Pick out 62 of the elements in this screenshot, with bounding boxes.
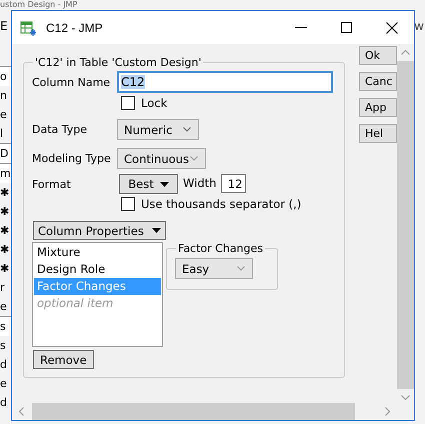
modeling-type-dropdown[interactable]: Continuous — [117, 148, 206, 169]
list-text: e — [0, 107, 8, 123]
menu-item[interactable]: w — [414, 19, 424, 33]
chevron-down-icon — [237, 266, 245, 271]
dialog-title: C12 - JMP — [46, 20, 103, 34]
maximize-icon[interactable] — [341, 22, 352, 33]
column-properties-button[interactable]: Column Properties — [33, 221, 166, 240]
chevron-down-icon — [183, 127, 191, 132]
group-title: 'C12' in Table 'Custom Design' — [34, 56, 202, 69]
column-header: D — [0, 143, 11, 163]
format-button[interactable]: Best — [119, 174, 178, 194]
list-text: ✱ — [0, 261, 10, 277]
spreadsheet-icon — [20, 20, 37, 36]
list-text: ✱ — [0, 223, 10, 239]
list-item[interactable]: Mixture — [34, 244, 161, 261]
scrollbar-thumb[interactable] — [397, 61, 414, 389]
scroll-up-icon[interactable] — [401, 50, 410, 55]
column-name-field[interactable]: C12 — [117, 71, 333, 93]
data-type-dropdown[interactable]: Numeric — [117, 119, 199, 140]
field-label: Modeling Type — [32, 152, 112, 165]
list-text: d — [0, 395, 8, 411]
close-icon[interactable] — [386, 22, 398, 34]
group-title: Factor Changes — [177, 242, 264, 255]
checkbox-label: Use thousands separator (,) — [141, 197, 302, 211]
width-field[interactable]: 12 — [221, 174, 246, 193]
list-item[interactable]: Design Role — [34, 261, 161, 278]
remove-button[interactable]: Remove — [33, 350, 94, 369]
list-text: s — [0, 338, 7, 354]
field-label: Format — [32, 178, 72, 191]
column-header: m — [0, 163, 11, 183]
dialog-button[interactable]: App — [359, 98, 397, 117]
dialog-button[interactable]: Canc — [359, 72, 397, 91]
list-text: d — [0, 357, 8, 373]
scrollbar-thumb[interactable] — [32, 403, 355, 420]
minimize-icon[interactable] — [295, 26, 307, 28]
dialog-button[interactable]: Hel — [359, 124, 397, 143]
list-text: ✱ — [0, 242, 10, 258]
scroll-left-icon[interactable] — [19, 407, 24, 416]
factor-changes-dropdown[interactable]: Easy — [175, 258, 253, 279]
window-title: ustom Design - JMP — [0, 0, 78, 9]
dialog-button[interactable]: Ok — [359, 46, 397, 65]
checkbox-label: Lock — [141, 96, 168, 110]
field-label: Width — [183, 176, 216, 190]
list-text: e — [0, 299, 8, 315]
menu-item[interactable]: E — [0, 19, 8, 33]
list-text: ✱ — [0, 185, 10, 201]
column-header: o — [0, 66, 11, 86]
field-label: Column Name — [32, 76, 112, 88]
thousands-checkbox[interactable] — [121, 197, 135, 211]
scroll-right-icon[interactable] — [385, 407, 390, 416]
list-text: ✱ — [0, 204, 10, 220]
caret-icon — [160, 182, 169, 186]
lock-checkbox[interactable] — [121, 96, 135, 110]
field-label: Data Type — [32, 123, 88, 136]
list-text: e — [0, 376, 8, 392]
column-header: s — [0, 316, 11, 336]
scroll-down-icon[interactable] — [401, 395, 410, 400]
list-text: n — [0, 88, 8, 104]
list-text: r — [0, 280, 6, 296]
caret-icon — [152, 228, 161, 233]
chevron-down-icon — [190, 156, 198, 161]
list-text: l — [0, 126, 4, 142]
